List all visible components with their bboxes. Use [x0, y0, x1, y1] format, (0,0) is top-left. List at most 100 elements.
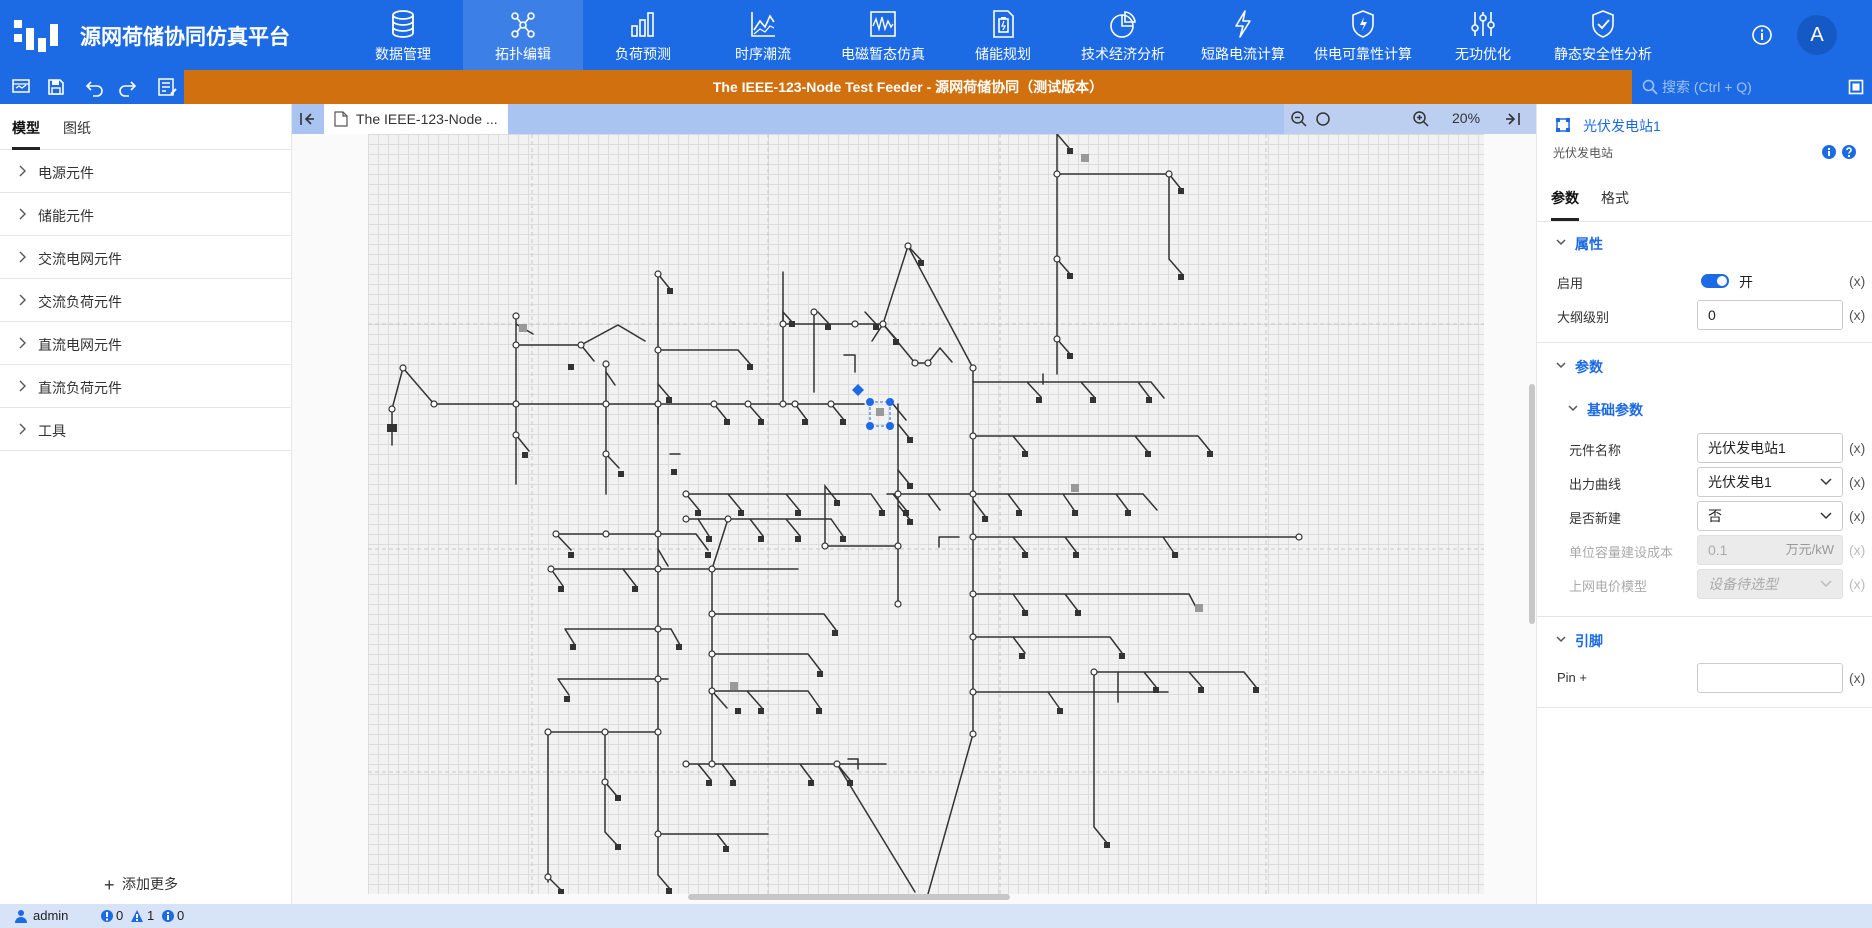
zoom-level: 20%	[1452, 110, 1481, 126]
topology-icon	[511, 12, 535, 38]
horizontal-scroll-thumb[interactable]	[688, 894, 1010, 900]
price-model-label: 上网电价模型	[1569, 579, 1648, 594]
nav-techno-economic[interactable]: 技术经济分析	[1063, 0, 1183, 70]
tab-models[interactable]: 模型	[12, 118, 40, 138]
category-ac-load[interactable]: 交流负荷元件	[0, 279, 292, 322]
tabs-divider	[1537, 221, 1872, 222]
editor-toolbar: The IEEE-123-Node Test Feeder - 源网荷储协同（测…	[0, 70, 1872, 104]
enabled-toggle[interactable]	[1701, 274, 1729, 288]
nav-label: 电磁暂态仿真	[841, 46, 925, 62]
nav-label: 短路电流计算	[1201, 46, 1285, 62]
sliders-icon	[1471, 12, 1495, 36]
category-power-source[interactable]: 电源元件	[0, 150, 292, 193]
add-more-button[interactable]: + 添加更多	[104, 874, 178, 895]
undo-icon[interactable]	[85, 77, 105, 97]
nav-reliability[interactable]: 供电可靠性计算	[1303, 0, 1423, 70]
warning-count[interactable]: 1	[147, 908, 154, 923]
component-icon	[1556, 118, 1570, 132]
top-navigation-bar: 源网荷储协同仿真平台 数据管理 拓扑编辑 负荷预测 时序潮流 电磁暂态仿真 储能…	[0, 0, 1872, 70]
section-title: 参数	[1575, 359, 1603, 375]
fullscreen-icon[interactable]	[1848, 79, 1864, 95]
nav-static-security[interactable]: 静态安全性分析	[1543, 0, 1663, 70]
document-tab[interactable]: The IEEE-123-Node ...	[324, 104, 508, 134]
output-curve-select[interactable]: 光伏发电1	[1697, 467, 1843, 497]
drawing-sheet[interactable]	[368, 134, 1484, 894]
nav-short-circuit[interactable]: 短路电流计算	[1183, 0, 1303, 70]
nav-reactive-optimization[interactable]: 无功优化	[1423, 0, 1543, 70]
section-attributes[interactable]: 属性	[1556, 234, 1603, 254]
nav-label: 无功优化	[1455, 46, 1511, 62]
tab-format[interactable]: 格式	[1601, 188, 1629, 208]
model-view-icon[interactable]	[11, 77, 31, 97]
component-name-input[interactable]: 光伏发电站1	[1697, 433, 1843, 463]
category-label: 工具	[38, 423, 66, 439]
category-tools[interactable]: 工具	[0, 408, 292, 451]
section-pins[interactable]: 引脚	[1556, 631, 1603, 651]
tab-parameters[interactable]: 参数	[1551, 188, 1579, 208]
reset-name-button[interactable]: (x)	[1849, 440, 1865, 456]
help-icon[interactable]	[1841, 144, 1857, 160]
divider	[1537, 707, 1872, 708]
new-build-select[interactable]: 否	[1697, 501, 1843, 531]
pin-plus-input[interactable]	[1697, 663, 1843, 693]
nav-data-management[interactable]: 数据管理	[343, 0, 463, 70]
reset-enabled-button[interactable]: (x)	[1849, 273, 1865, 289]
reset-outline-button[interactable]: (x)	[1849, 307, 1865, 323]
error-count[interactable]: 0	[116, 908, 123, 923]
collapse-right-icon[interactable]	[1504, 110, 1522, 128]
category-ac-grid[interactable]: 交流电网元件	[0, 236, 292, 279]
vertical-scroll-thumb[interactable]	[1529, 384, 1535, 624]
reset-new-build-button[interactable]: (x)	[1849, 508, 1865, 524]
category-dc-load[interactable]: 直流负荷元件	[0, 365, 292, 408]
chevron-right-icon	[19, 423, 26, 435]
nav-label: 供电可靠性计算	[1314, 46, 1412, 62]
reset-pin-button[interactable]: (x)	[1849, 670, 1865, 686]
zoom-out-icon[interactable]	[1290, 110, 1308, 128]
redo-icon[interactable]	[117, 77, 137, 97]
outline-level-input[interactable]: 0	[1697, 300, 1843, 330]
category-label: 直流电网元件	[38, 337, 122, 353]
reset-unit-cost-button: (x)	[1849, 542, 1866, 558]
reset-price-model-button: (x)	[1849, 576, 1866, 592]
enabled-label: 启用	[1557, 276, 1584, 291]
section-title: 基础参数	[1587, 402, 1643, 418]
search-box[interactable]	[1632, 70, 1842, 104]
nav-label: 数据管理	[375, 46, 431, 62]
document-title-bar: The IEEE-123-Node Test Feeder - 源网荷储协同（测…	[184, 70, 1632, 104]
shield-bolt-icon	[1352, 10, 1374, 38]
current-user[interactable]: admin	[33, 908, 68, 923]
reset-curve-button[interactable]: (x)	[1849, 474, 1865, 490]
tab-drawings[interactable]: 图纸	[63, 118, 91, 138]
nav-time-series-power-flow[interactable]: 时序潮流	[703, 0, 823, 70]
category-label: 交流电网元件	[38, 251, 122, 267]
zoom-reset-icon[interactable]	[1314, 110, 1332, 128]
info-icon[interactable]	[1751, 24, 1773, 46]
selected-pv-station[interactable]	[852, 384, 894, 430]
section-title: 引脚	[1575, 633, 1603, 649]
select-value: 否	[1708, 508, 1722, 524]
section-parameters[interactable]: 参数	[1556, 357, 1603, 377]
nav-emt-simulation[interactable]: 电磁暂态仿真	[823, 0, 943, 70]
user-icon	[15, 910, 27, 923]
error-icon	[101, 910, 113, 922]
checklist-edit-icon[interactable]	[157, 77, 177, 97]
collapse-left-icon[interactable]	[298, 110, 316, 128]
nav-topology-edit[interactable]: 拓扑编辑	[463, 0, 583, 70]
database-icon	[392, 10, 414, 38]
info-icon[interactable]	[1821, 144, 1837, 160]
nav-load-forecast[interactable]: 负荷预测	[583, 0, 703, 70]
category-dc-grid[interactable]: 直流电网元件	[0, 322, 292, 365]
feeder-network-diagram[interactable]	[368, 134, 1484, 894]
zoom-in-icon[interactable]	[1412, 110, 1430, 128]
save-icon[interactable]	[46, 77, 66, 97]
nav-storage-planning[interactable]: 储能规划	[943, 0, 1063, 70]
user-avatar[interactable]: A	[1797, 15, 1837, 55]
category-storage[interactable]: 储能元件	[0, 193, 292, 236]
nav-label: 拓扑编辑	[495, 46, 551, 62]
warning-icon	[131, 910, 143, 922]
search-input[interactable]	[1662, 70, 1837, 104]
chevron-right-icon	[19, 165, 26, 177]
info-count[interactable]: 0	[177, 908, 184, 923]
subsection-basic-params[interactable]: 基础参数	[1568, 400, 1643, 420]
plus-icon: +	[104, 875, 115, 895]
